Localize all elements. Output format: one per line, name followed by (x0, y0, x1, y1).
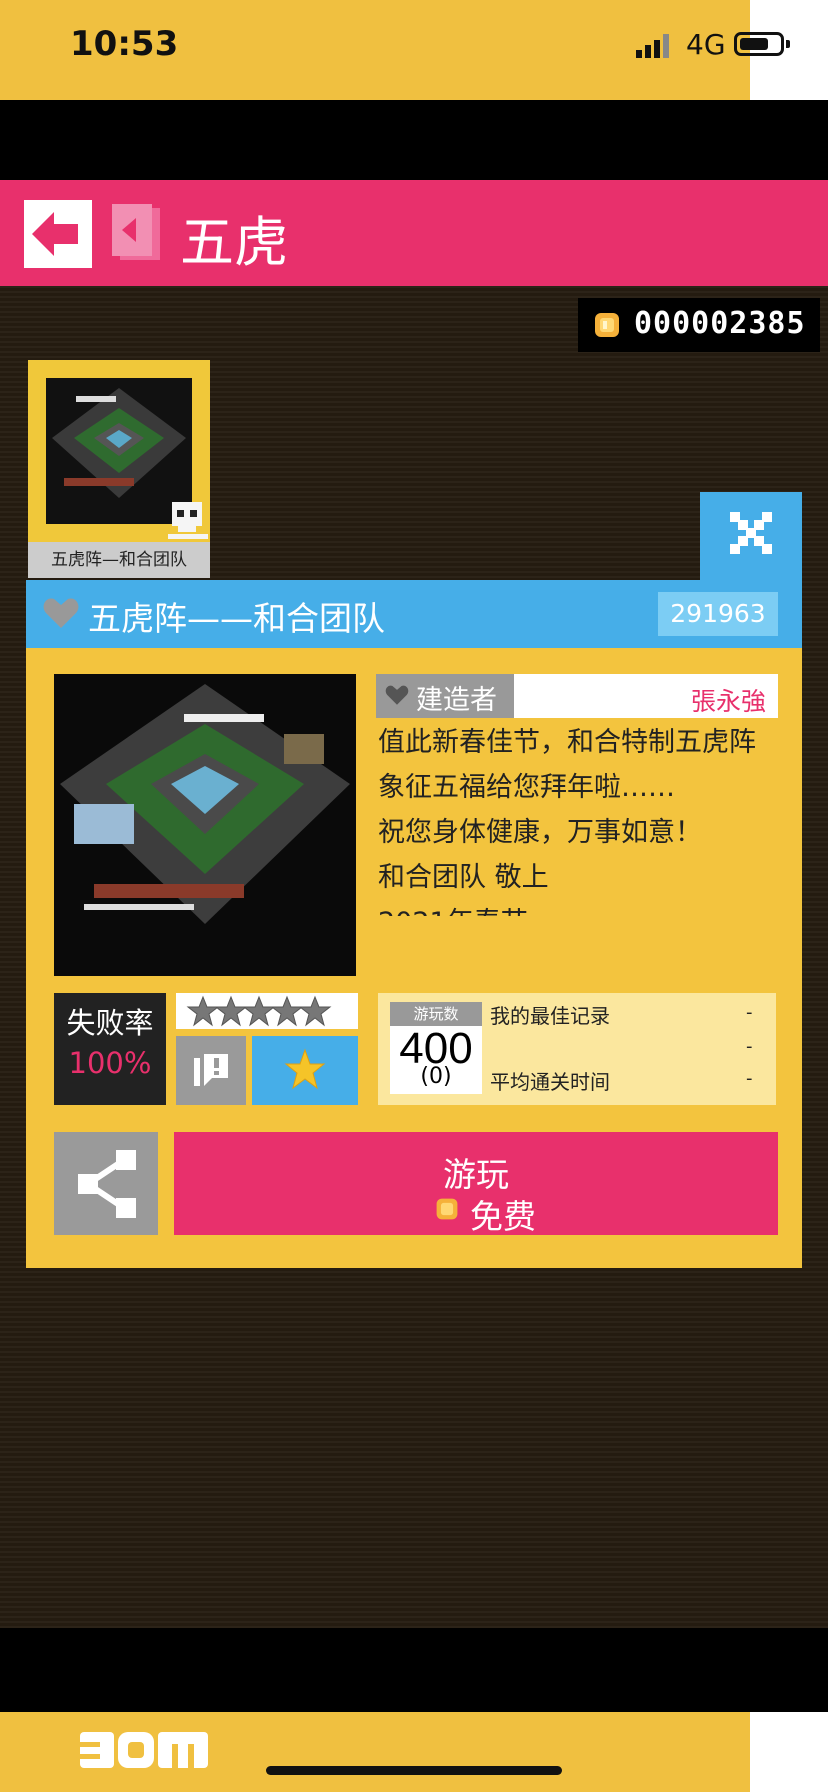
share-icon (78, 1150, 136, 1218)
builder-label: 建造者 (416, 685, 497, 716)
coin-count: 000002385 (634, 306, 806, 341)
star-icon (186, 995, 220, 1027)
level-id: 291963 (658, 592, 778, 636)
play-cost: 免费 (470, 1197, 536, 1236)
battery-tip (786, 40, 790, 48)
star-icon (284, 1048, 326, 1090)
description-line: 2021年春节 (378, 900, 778, 916)
signal-icon (636, 34, 669, 58)
favorite-button[interactable] (252, 1036, 358, 1105)
star-icon (242, 995, 276, 1027)
builder-name[interactable]: 張永強 (620, 682, 766, 718)
battery-icon (734, 32, 784, 56)
record-value: - (746, 1036, 753, 1057)
avg-clear-time-label: 平均通关时间 (490, 1070, 610, 1094)
skull-icon (168, 502, 208, 539)
page-title: 五虎 (180, 211, 288, 274)
avg-clear-time-value: - (746, 1068, 753, 1089)
level-description: 值此新春佳节，和合特制五虎阵 象征五福给您拜年啦…… 祝您身体健康，万事如意！ … (378, 720, 778, 916)
star-icon (214, 995, 248, 1027)
coin-icon (436, 1198, 458, 1220)
description-line: 象征五福给您拜年啦…… (378, 772, 675, 803)
report-icon (194, 1054, 228, 1086)
plays-label: 游玩数 (413, 1005, 459, 1023)
heart-icon (385, 685, 409, 705)
level-card-icon (112, 204, 160, 260)
status-time: 10:53 (70, 24, 179, 64)
stage-card-label: 五虎阵—和合团队 (28, 542, 210, 578)
coin-icon (595, 313, 619, 337)
best-record-value: - (746, 1002, 753, 1023)
close-button[interactable] (700, 492, 802, 580)
close-icon (730, 512, 772, 554)
report-button[interactable] (176, 1036, 246, 1105)
bqm-logo (80, 1732, 208, 1768)
description-line: 祝您身体健康，万事如意！ (378, 817, 702, 848)
back-arrow-icon (32, 212, 78, 256)
home-indicator[interactable] (266, 1766, 562, 1775)
rating-stars (176, 993, 358, 1029)
heart-icon[interactable] (42, 596, 80, 630)
star-icon (270, 995, 304, 1027)
bottom-bar-edge (750, 1712, 828, 1792)
plays-clears: (0) (420, 1064, 452, 1089)
description-line: 和合团队 敬上 (378, 862, 549, 893)
fail-rate-value: 100% (68, 1046, 152, 1080)
fail-rate-label: 失败率 (66, 1006, 154, 1040)
star-icon (298, 995, 332, 1027)
description-line: 值此新春佳节，和合特制五虎阵 (378, 727, 756, 758)
level-title: 五虎阵——和合团队 (88, 599, 385, 638)
play-label: 游玩 (443, 1155, 509, 1194)
back-button[interactable] (24, 200, 92, 268)
network-label: 4G (686, 28, 726, 61)
best-record-label: 我的最佳记录 (490, 1004, 610, 1028)
share-button[interactable] (54, 1132, 158, 1235)
level-preview-image (54, 674, 356, 976)
